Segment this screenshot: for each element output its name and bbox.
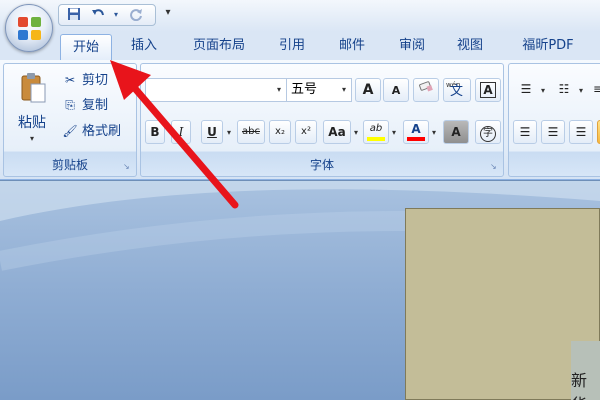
bold-button[interactable]: B [145,120,165,144]
font-size-dropdown-icon: ▾ [341,85,346,94]
quick-access-toolbar: ▾ ▾ [0,0,600,52]
ribbon: 粘贴 ▾ ✂ 剪切 ⎘ 复制 🖌 格式刷 剪贴板 ↘ ▾ 五号 ▾ A A wé… [0,60,600,180]
tab-view[interactable]: 视图 [448,32,492,60]
save-icon[interactable] [65,7,83,23]
tab-home[interactable]: 开始 [60,34,112,61]
enclose-characters-icon: 字 [480,126,496,142]
tab-foxit-pdf[interactable]: 福昕PDF [506,32,590,60]
highlight-dropdown-icon[interactable]: ▾ [392,128,396,137]
numbering-dropdown-icon[interactable]: ▾ [579,86,583,95]
highlight-button[interactable]: ab [363,120,389,144]
undo-dropdown-icon[interactable]: ▾ [107,7,125,23]
grow-font-button[interactable]: A [355,78,381,102]
font-color-dropdown-icon[interactable]: ▾ [432,128,436,137]
tab-mailings[interactable]: 邮件 [330,32,374,60]
font-color-icon: A [411,122,421,136]
highlight-icon: ab [369,123,383,134]
font-size-value: 五号 [291,82,318,97]
character-border-icon: A [480,82,496,98]
character-shading-button[interactable]: A [443,120,469,144]
underline-dropdown-icon[interactable]: ▾ [227,128,231,137]
strikethrough-button[interactable]: abc [237,120,265,144]
font-size-dropdown[interactable]: 五号 ▾ [286,78,352,102]
multilevel-list-icon: ≡ [592,82,600,96]
scissors-icon: ✂ [64,73,76,87]
character-border-button[interactable]: A [475,78,501,102]
font-group-label: 字体 [309,158,334,172]
highlight-color-bar [367,137,385,141]
phonetic-guide-button[interactable]: wén 文 [443,78,471,102]
undo-icon[interactable] [89,7,107,23]
numbering-button[interactable]: ☷ [551,78,577,102]
numbering-icon: ☷ [558,82,570,96]
align-center-button[interactable]: ☰ [541,120,565,144]
align-left-button[interactable]: ☰ [513,120,537,144]
paintbrush-icon: 🖌 [62,124,78,138]
bullets-icon: ☰ [520,82,532,96]
clipboard-group-label: 剪贴板 [51,158,88,172]
grow-font-icon: A [362,82,374,98]
font-name-dropdown-icon: ▾ [276,85,281,94]
tab-page-layout[interactable]: 页面布局 [182,32,256,60]
format-painter-button[interactable]: 🖌 格式刷 [62,120,121,142]
cut-button[interactable]: ✂ 剪切 [62,69,108,91]
change-case-button[interactable]: Aa [323,120,351,144]
shrink-font-icon: A [391,84,401,97]
copy-label: 复制 [82,98,109,113]
shrink-font-button[interactable]: A [383,78,409,102]
enclose-characters-button[interactable]: 字 [475,120,501,144]
format-painter-label: 格式刷 [82,124,122,139]
font-name-dropdown[interactable]: ▾ [145,78,287,102]
subscript-button[interactable]: x₂ [269,120,291,144]
bullets-button[interactable]: ☰ [513,78,539,102]
tab-review[interactable]: 审阅 [390,32,434,60]
ribbon-tabbar: 开始 插入 页面布局 引用 邮件 审阅 视图 福昕PDF [0,32,600,61]
redo-icon[interactable] [127,7,145,23]
qat-group: ▾ [58,4,156,26]
paste-button[interactable]: 粘贴 ▾ [12,68,56,144]
phonetic-guide-char: 文 [450,84,464,99]
underline-button[interactable]: U [201,120,223,144]
paragraph-group: ☰ ▾ ☷ ▾ ≡ ☰ ☰ ☰ [508,63,600,177]
clipboard-dialog-launcher-icon[interactable]: ↘ [123,162,133,172]
paste-dropdown-icon: ▾ [30,134,35,143]
align-right-icon: ☰ [575,125,587,139]
font-color-button[interactable]: A [403,120,429,144]
document-text[interactable]: 新华 [571,367,600,400]
font-color-bar [407,137,425,141]
copy-icon: ⎘ [65,98,75,112]
eraser-icon [418,81,434,97]
customize-toolbar-icon[interactable]: ▾ [162,7,174,21]
tab-insert[interactable]: 插入 [122,32,166,60]
office-logo-icon [18,17,42,41]
clipboard-group: 粘贴 ▾ ✂ 剪切 ⎘ 复制 🖌 格式刷 剪贴板 ↘ [3,63,137,177]
office-button[interactable] [5,4,53,52]
font-group: ▾ 五号 ▾ A A wén 文 A B I U ▾ abc x₂ x² Aa … [140,63,504,177]
align-left-icon: ☰ [519,125,531,139]
font-dialog-launcher-icon[interactable]: ↘ [490,162,500,172]
bullets-dropdown-icon[interactable]: ▾ [541,86,545,95]
clear-format-button[interactable] [413,78,439,102]
superscript-button[interactable]: x² [295,120,317,144]
multilevel-list-button[interactable]: ≡ [587,78,600,102]
tab-references[interactable]: 引用 [270,32,314,60]
cut-label: 剪切 [82,73,109,88]
align-right-button[interactable]: ☰ [569,120,593,144]
change-case-dropdown-icon[interactable]: ▾ [354,128,358,137]
align-center-icon: ☰ [547,125,559,139]
paste-icon [20,72,46,104]
paste-label: 粘贴 [18,115,46,131]
italic-button[interactable]: I [171,120,191,144]
copy-button[interactable]: ⎘ 复制 [62,94,108,116]
